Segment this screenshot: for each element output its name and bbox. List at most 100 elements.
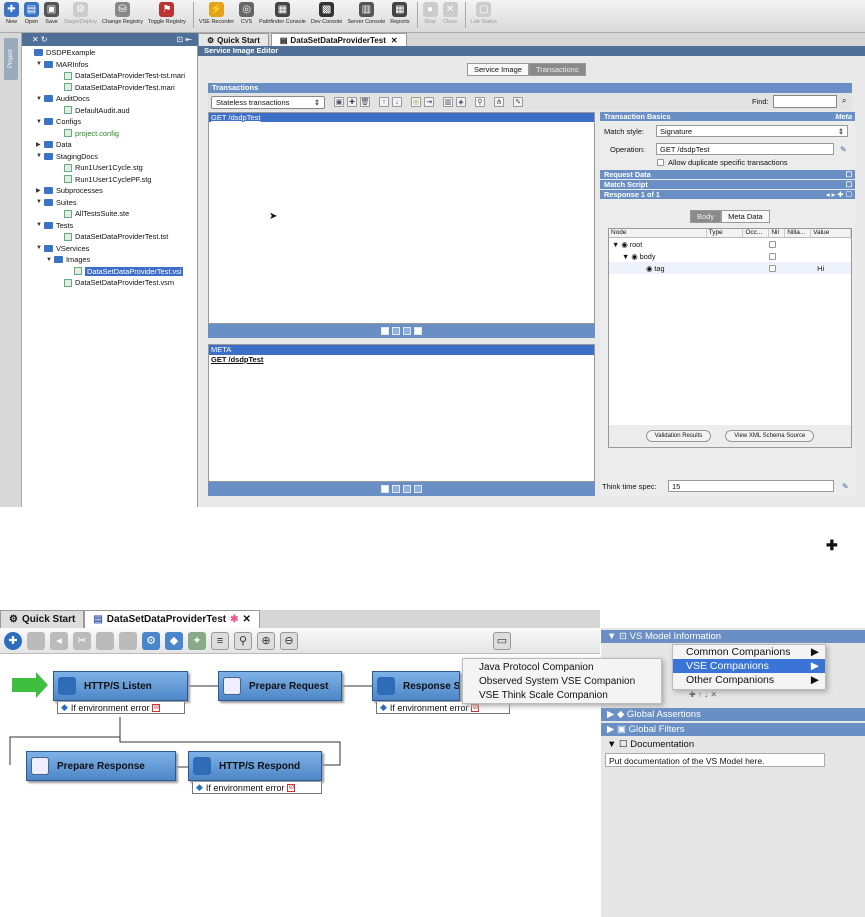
tree-item[interactable]: DataSetDataProviderTest.vsm [26, 277, 196, 289]
allow-duplicate-checkbox[interactable] [657, 159, 664, 166]
search-icon[interactable]: ⚲ [475, 97, 485, 107]
add-icon[interactable] [381, 485, 389, 493]
refresh-icon[interactable]: ◎ [411, 97, 421, 107]
service-image-button[interactable]: Service Image [467, 63, 529, 76]
expand-icon[interactable]: ▼ [36, 61, 44, 67]
global-filters-header[interactable]: ▶ ▣ Global Filters [601, 723, 865, 736]
view-xml-schema-button[interactable]: View XML Schema Source [725, 430, 815, 442]
validation-results-button[interactable]: Validation Results [645, 430, 712, 442]
toolbar-save-button[interactable]: ▣ Save [44, 2, 59, 25]
tree-item[interactable]: DataSetDataProviderTest-tst.mari [26, 70, 196, 82]
request-data-header[interactable]: Request Data ☐ [600, 170, 855, 179]
cube-icon[interactable]: ◆ [165, 631, 183, 650]
step-http-listen[interactable]: HTTP/S Listen [53, 671, 188, 701]
tree-item[interactable]: DataSetDataProviderTest.vsi [26, 266, 196, 278]
menu-item-think-scale-companion[interactable]: VSE Think Scale Companion [479, 689, 645, 703]
think-time-input[interactable]: 15 [668, 480, 834, 492]
tree-item[interactable]: ▼ Images [26, 254, 196, 266]
wrench-icon[interactable]: ✎ [840, 145, 847, 154]
expand-icon[interactable]: ▼ [36, 199, 44, 205]
stop-step-icon[interactable] [27, 631, 45, 650]
response-nav-icon[interactable]: ◂ ▸ ✚ ☐ [826, 190, 852, 199]
toolbar-open-button[interactable]: ▤ Open [24, 2, 39, 25]
edit-icon[interactable]: ☐ [845, 180, 852, 189]
expand-icon[interactable]: ▼ [36, 119, 44, 125]
merge-icon[interactable]: ⇥ [424, 97, 434, 107]
body-tab[interactable]: Body [690, 210, 722, 223]
transaction-basics-header[interactable]: Transaction Basics Meta [600, 112, 855, 121]
toolbar-cvs-button[interactable]: ◎ CVS [239, 2, 255, 25]
tree-item[interactable]: ▶ Subprocesses [26, 185, 196, 197]
close-panel-icon[interactable]: ✕ ↻ [32, 35, 48, 44]
toolbar-reports-button[interactable]: ▦ Reports [390, 2, 410, 25]
expand-icon[interactable]: ▼ [622, 252, 629, 261]
paste-icon[interactable]: ◈ [456, 97, 466, 107]
delete-transaction-icon[interactable]: 🗑 [360, 97, 370, 107]
match-script-header[interactable]: Match Script ☐ [600, 180, 855, 189]
add-icon[interactable] [381, 327, 389, 335]
step-response-selection[interactable]: Response S [372, 671, 460, 701]
tree-item[interactable]: ▼ StagingDocs [26, 151, 196, 163]
close-tab-icon[interactable]: ✕ [391, 36, 398, 45]
toolbar-close-button[interactable]: ✕ Close [442, 2, 458, 25]
tree-item[interactable]: ▼ AuditDocs [26, 93, 196, 105]
transaction-item[interactable]: GET /dsdpTest [209, 113, 594, 122]
tab-datasetdataprovidertest[interactable]: ▤ DataSetDataProviderTest ✕ [270, 33, 407, 46]
copy-icon[interactable]: ▥ [443, 97, 453, 107]
transactions-button[interactable]: Transactions [528, 63, 586, 76]
global-assertions-header[interactable]: ▶ ◆ Global Assertions [601, 708, 865, 721]
expand-icon[interactable]: ▼ [36, 222, 44, 228]
list-icon[interactable]: ≡ [211, 631, 229, 650]
zoom-out-icon[interactable]: ⊖ [280, 631, 298, 650]
nil-checkbox[interactable] [769, 252, 777, 260]
toolbar-change-registry-button[interactable]: ⛁ Change Registry [102, 2, 143, 25]
tree-icon[interactable]: ⋔ [494, 97, 504, 107]
tree-item[interactable]: AllTestsSuite.ste [26, 208, 196, 220]
copy-icon[interactable] [96, 631, 114, 650]
tree-item[interactable]: ▼ MARInfos [26, 59, 196, 71]
tree-item[interactable]: ▼ Tests [26, 220, 196, 232]
tab-quick-start[interactable]: ⚙ Quick Start [0, 610, 85, 628]
menu-item-vse-companions[interactable]: VSE Companions ▶ [673, 659, 825, 673]
remove-icon[interactable] [414, 327, 422, 335]
menu-item-java-protocol-companion[interactable]: Java Protocol Companion [479, 661, 645, 675]
toolbar-server-console-button[interactable]: ▥ Server Console [347, 2, 385, 25]
toolbar-stop-button[interactable]: ● Stop [422, 2, 438, 25]
step-http-respond[interactable]: HTTP/S Respond [188, 751, 322, 781]
tab-datasetdataprovidertest[interactable]: ▤ DataSetDataProviderTest ✱ ✕ [84, 610, 260, 628]
match-style-select[interactable]: Signature ⇕ [656, 125, 848, 137]
meta-data-tab[interactable]: Meta Data [721, 210, 770, 223]
toolbar-toggle-registry-button[interactable]: ⚑ Toggle Registry [148, 2, 186, 25]
project-side-tab[interactable]: Project [4, 38, 18, 80]
response-header[interactable]: Response 1 of 1 ◂ ▸ ✚ ☐ [600, 190, 855, 199]
panel-options-icon[interactable]: ⊡ ⇤ [176, 35, 192, 44]
tree-item[interactable]: ▼ Suites [26, 197, 196, 209]
tree-item[interactable]: Run1User1Cycle.stg [26, 162, 196, 174]
screen-icon[interactable]: ▭ [493, 631, 511, 650]
toolbar-new-button[interactable]: ✚ New [4, 2, 19, 25]
nil-checkbox[interactable] [769, 240, 777, 248]
operation-input[interactable]: GET /dsdpTest [656, 143, 834, 155]
toolbar-vse-recorder-button[interactable]: ⚡ VSE Recorder [199, 2, 234, 25]
paste-icon[interactable] [119, 631, 137, 650]
edit-icon[interactable]: ✎ [513, 97, 523, 107]
error-handler[interactable]: ◆ If environment error ⊘ [57, 702, 185, 714]
zoom-in-icon[interactable]: ⊕ [257, 631, 275, 650]
tree-item[interactable]: DataSetDataProviderTest.mari [26, 82, 196, 94]
tree-item[interactable]: project.config [26, 128, 196, 140]
back-icon[interactable]: ◂ [50, 631, 68, 650]
move-up-icon[interactable]: ↑ [379, 97, 389, 107]
meta-transaction-item[interactable]: GET /dsdpTest [209, 355, 594, 364]
expand-icon[interactable]: ▼ [36, 96, 44, 102]
zoom-icon[interactable]: ⚲ [234, 631, 252, 650]
cut-icon[interactable]: ✂ [73, 631, 91, 650]
edit-icon[interactable]: ☐ [845, 170, 852, 179]
add-step-icon[interactable]: ✚ [4, 631, 22, 650]
find-input[interactable] [773, 95, 837, 108]
remove-icon[interactable] [414, 485, 422, 493]
toolbar-lab-status-button[interactable]: ▢ Lab Status [471, 2, 497, 25]
settings-icon[interactable]: ⚙ [142, 631, 160, 650]
table-row[interactable]: ▼ ◉ root [609, 238, 851, 250]
step-prepare-response[interactable]: Prepare Response [26, 751, 176, 781]
expand-icon[interactable]: ▶ [36, 187, 44, 194]
